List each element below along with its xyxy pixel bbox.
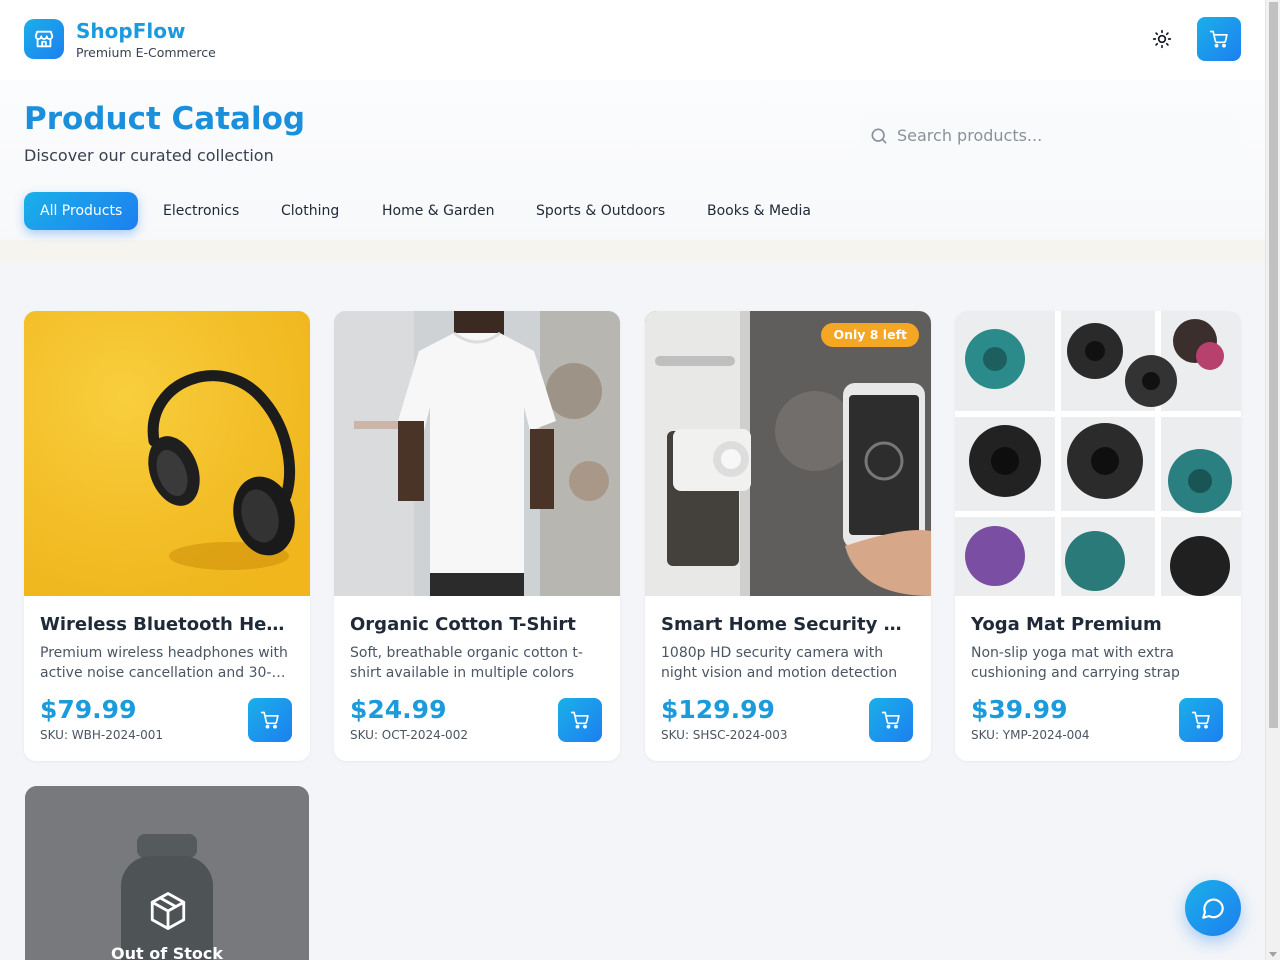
brand-subtitle: Premium E-Commerce	[76, 45, 216, 60]
add-to-cart-button[interactable]	[869, 698, 913, 742]
product-description: 1080p HD security camera with night visi…	[661, 645, 898, 681]
product-card[interactable]: Only 8 left Smart Home Security Camera 1…	[645, 311, 931, 761]
product-sku: SKU: SHSC-2024-003	[661, 728, 788, 742]
product-title[interactable]: Yoga Mat Premium	[971, 614, 1221, 635]
tab-clothing[interactable]: Clothing	[265, 192, 355, 230]
store-icon	[34, 30, 54, 48]
product-description: Non-slip yoga mat with extra cushioning …	[971, 645, 1180, 681]
page-subtitle: Discover our curated collection	[24, 146, 274, 165]
product-description: Premium wireless headphones with active …	[40, 645, 288, 681]
product-sku: SKU: OCT-2024-002	[350, 728, 468, 742]
brand-title: ShopFlow	[76, 19, 186, 43]
product-image	[955, 311, 1241, 596]
logo[interactable]	[24, 19, 64, 59]
add-to-cart-button[interactable]	[558, 698, 602, 742]
product-title[interactable]: Wireless Bluetooth Headphones	[40, 614, 290, 635]
theme-toggle-button[interactable]	[1146, 23, 1178, 55]
product-image: Only 8 left	[645, 311, 931, 596]
tab-books-media[interactable]: Books & Media	[691, 192, 827, 230]
product-image	[334, 311, 620, 596]
page-scrollbar[interactable]	[1265, 0, 1280, 960]
scroll-down-arrow[interactable]	[1269, 952, 1277, 957]
page-title: Product Catalog	[24, 101, 306, 137]
search-icon	[869, 126, 889, 150]
add-to-cart-button[interactable]	[248, 698, 292, 742]
product-card[interactable]: Organic Cotton T-Shirt Soft, breathable …	[334, 311, 620, 761]
tab-home-garden[interactable]: Home & Garden	[366, 192, 510, 230]
search-input[interactable]	[897, 123, 1227, 147]
product-price: $79.99	[40, 695, 137, 724]
package-icon	[147, 890, 189, 936]
chat-button[interactable]	[1185, 880, 1241, 936]
product-sku: SKU: YMP-2024-004	[971, 728, 1090, 742]
sun-icon	[1152, 29, 1172, 49]
product-card[interactable]: Wireless Bluetooth Headphones Premium wi…	[24, 311, 310, 761]
stock-badge: Only 8 left	[821, 323, 919, 347]
out-of-stock-label: Out of Stock	[110, 944, 224, 960]
product-price: $129.99	[661, 695, 775, 724]
cart-icon	[881, 711, 900, 729]
product-card[interactable]: Out of Stock	[25, 786, 309, 960]
add-to-cart-button[interactable]	[1179, 698, 1223, 742]
scrollbar-thumb[interactable]	[1269, 2, 1278, 728]
cart-button[interactable]	[1197, 17, 1241, 61]
tab-electronics[interactable]: Electronics	[147, 192, 255, 230]
product-image	[24, 311, 310, 596]
cart-icon	[1191, 711, 1210, 729]
tab-sports-outdoors[interactable]: Sports & Outdoors	[520, 192, 681, 230]
search-box	[857, 111, 1241, 159]
product-card[interactable]: Yoga Mat Premium Non-slip yoga mat with …	[955, 311, 1241, 761]
product-price: $24.99	[350, 695, 447, 724]
cart-icon	[1209, 30, 1228, 48]
hero-divider	[0, 240, 1265, 262]
top-bar: ShopFlow Premium E-Commerce	[0, 0, 1265, 80]
product-title[interactable]: Organic Cotton T-Shirt	[350, 614, 600, 635]
cart-icon	[570, 711, 589, 729]
product-sku: SKU: WBH-2024-001	[40, 728, 164, 742]
tab-all-products[interactable]: All Products	[24, 192, 139, 230]
chat-icon	[1202, 898, 1224, 919]
product-description: Soft, breathable organic cotton t-shirt …	[350, 645, 583, 681]
product-title[interactable]: Smart Home Security Camera	[661, 614, 911, 635]
cart-icon	[260, 711, 279, 729]
product-price: $39.99	[971, 695, 1068, 724]
